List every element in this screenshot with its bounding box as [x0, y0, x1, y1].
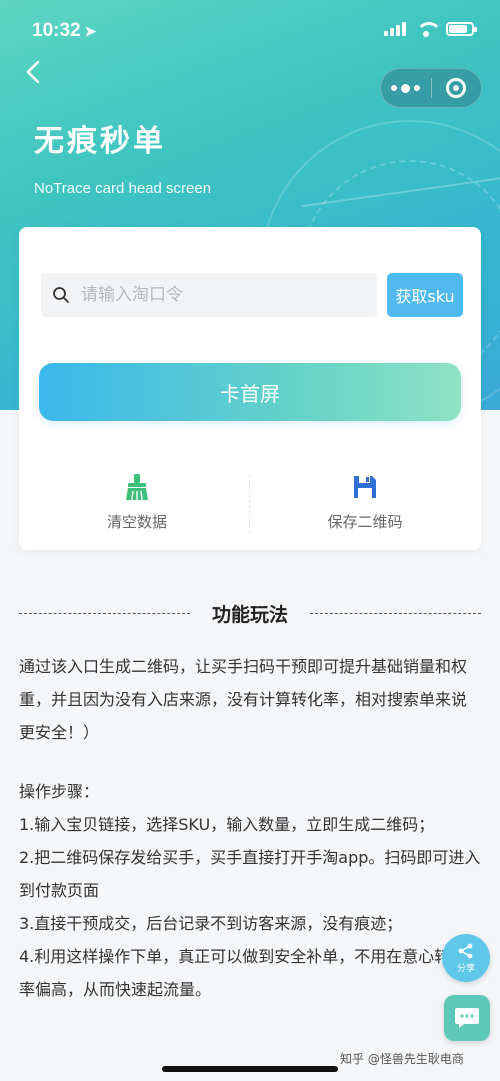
- target-icon: [446, 78, 467, 98]
- dot-icon: [414, 85, 421, 91]
- customer-service-button[interactable]: [444, 995, 490, 1041]
- tool-card: 获取sku 卡首屏 清空数据 保存二维码: [19, 227, 481, 550]
- chevron-left-icon: [26, 60, 40, 84]
- step-item: 4.利用这样操作下单，真正可以做到安全补单，不用在意心转化率偏高，从而快速起流量…: [19, 947, 467, 999]
- more-button[interactable]: [381, 68, 431, 108]
- save-qrcode-button[interactable]: 保存二维码: [265, 473, 465, 533]
- location-arrow-icon: ➤: [84, 23, 97, 39]
- signal-icon: [384, 22, 406, 36]
- steps-heading: 操作步骤：: [19, 782, 100, 801]
- save-qrcode-label: 保存二维码: [327, 513, 403, 531]
- clear-data-label: 清空数据: [106, 513, 167, 531]
- search-box[interactable]: [41, 273, 377, 317]
- dot-icon: [401, 83, 411, 93]
- step-item: 2.把二维码保存发给买手，买手直接打开手淘app。扫码即可进入到付款页面: [19, 848, 481, 900]
- page-subtitle: NoTrace card head screen: [34, 180, 212, 197]
- home-indicator[interactable]: [162, 1066, 338, 1072]
- section-header: 功能玩法: [19, 598, 482, 628]
- status-time: 10:32 ➤: [32, 20, 96, 42]
- close-miniprogram-button[interactable]: [431, 68, 481, 108]
- status-bar: 10:32 ➤: [0, 0, 500, 60]
- status-time-text: 10:32: [32, 20, 81, 41]
- get-sku-button[interactable]: 获取sku: [387, 273, 463, 317]
- steps-list: 操作步骤： 1.输入宝贝链接，选择SKU，输入数量，立即生成二维码； 2.把二维…: [19, 775, 481, 1006]
- floppy-disk-icon: [354, 476, 376, 498]
- miniprogram-capsule: [380, 68, 482, 108]
- share-button[interactable]: 分享: [442, 934, 490, 982]
- page-title: 无痕秒单: [34, 124, 166, 159]
- broom-icon: [126, 474, 148, 501]
- card-first-screen-button[interactable]: 卡首屏: [39, 363, 461, 421]
- search-icon: [41, 273, 81, 317]
- step-item: 1.输入宝贝链接，选择SKU，输入数量，立即生成二维码；: [19, 815, 435, 834]
- share-label: 分享: [456, 964, 475, 974]
- dashed-divider: [310, 612, 482, 614]
- taobao-code-input[interactable]: [81, 273, 377, 317]
- back-button[interactable]: [22, 58, 46, 86]
- share-icon: [458, 943, 473, 959]
- chat-icon: [455, 1008, 479, 1028]
- watermark-text: 知乎 @怪兽先生耿电商: [340, 1052, 464, 1066]
- section-title: 功能玩法: [212, 603, 289, 626]
- dashed-divider: [19, 612, 190, 614]
- action-divider: [249, 475, 250, 533]
- status-icons: [384, 22, 477, 37]
- wifi-icon: [416, 22, 442, 37]
- clear-data-button[interactable]: 清空数据: [37, 473, 237, 533]
- intro-text: 通过该入口生成二维码，让买手扫码干预即可提升基础销量和权重，并且因为没有入店来源…: [19, 657, 468, 742]
- step-item: 3.直接干预成交，后台记录不到访客来源，没有痕迹；: [19, 914, 403, 933]
- battery-icon: [446, 22, 477, 36]
- dot-icon: [391, 85, 398, 91]
